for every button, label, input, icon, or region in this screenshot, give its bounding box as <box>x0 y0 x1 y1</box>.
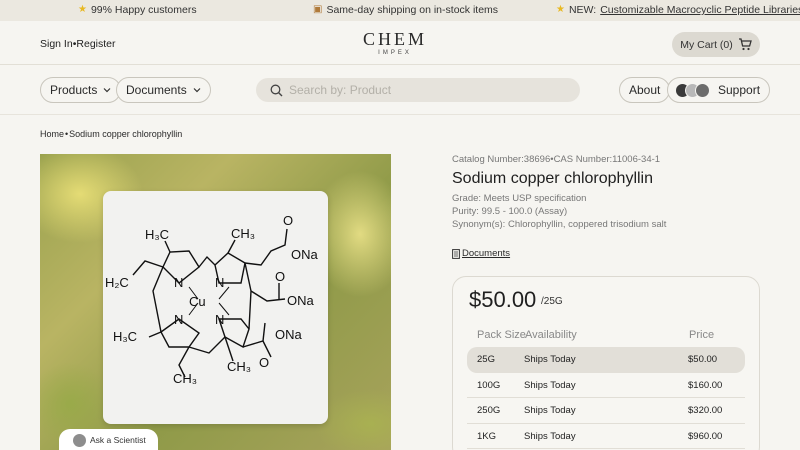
ask-a-scientist-label: Ask a Scientist <box>90 435 146 445</box>
table-row[interactable]: 25G Ships Today $50.00 <box>467 347 745 373</box>
documents-label: Documents <box>126 83 187 97</box>
breadcrumb-home[interactable]: Home <box>40 129 64 139</box>
package-icon: ▣ <box>313 4 323 15</box>
announcement-happy-customers: ★ 99% Happy customers <box>78 4 197 16</box>
structure-label: ONa <box>287 293 315 308</box>
structure-label: N <box>174 312 183 327</box>
cart-icon <box>738 38 752 51</box>
support-link[interactable]: Support <box>667 77 771 103</box>
ask-a-scientist-button[interactable]: Ask a Scientist <box>59 429 158 450</box>
document-icon <box>452 248 460 259</box>
announcement-new-label: NEW: <box>568 4 597 16</box>
product-info: Catalog Number:38696 • CAS Number:11006-… <box>452 154 762 231</box>
availability-cell: Ships Today <box>524 405 576 416</box>
products-menu[interactable]: Products <box>40 77 122 103</box>
availability-cell: Ships Today <box>524 379 576 391</box>
star-icon: ★ <box>556 4 565 15</box>
structure-label: H₂C <box>105 275 129 290</box>
structure-label: CH₃ <box>173 371 197 386</box>
structure-label: ONa <box>291 247 319 262</box>
product-identifiers: Catalog Number:38696 • CAS Number:11006-… <box>452 154 762 165</box>
register-link[interactable]: Register <box>76 38 115 50</box>
structure-label: O <box>283 213 293 228</box>
pack-size-cell: 1KG <box>477 430 497 442</box>
structure-label: Cu <box>189 294 206 309</box>
product-specs: Grade: Meets USP specification Purity: 9… <box>452 192 762 231</box>
structure-label: O <box>275 269 285 284</box>
chevron-down-icon <box>103 88 111 93</box>
announcement-text-1: 99% Happy customers <box>90 4 197 16</box>
structure-label: N <box>215 275 224 290</box>
site-header: Sign In • Register CHEM IMPEX My Cart (0… <box>0 21 800 65</box>
sign-in-link[interactable]: Sign In <box>40 38 73 50</box>
breadcrumb-separator: • <box>65 129 69 139</box>
documents-menu[interactable]: Documents <box>116 77 211 103</box>
product-synonyms: Synonym(s): Chlorophyllin, coppered tris… <box>452 219 667 230</box>
structure-label: N <box>174 275 183 290</box>
product-title: Sodium copper chlorophyllin <box>452 170 653 187</box>
table-row[interactable]: 1KG Ships Today $960.00 <box>467 424 745 449</box>
chevron-down-icon <box>193 88 201 93</box>
structure-card: H₃C CH₃ O ONa H₂C N N Cu N N O ONa H₃C O… <box>103 191 328 424</box>
account-links: Sign In • Register <box>40 38 116 50</box>
pack-size-cell: 250G <box>477 405 501 416</box>
announcement-text-2: Same-day shipping on in-stock items <box>326 4 499 16</box>
about-link[interactable]: About <box>619 77 671 103</box>
search-input[interactable] <box>289 83 549 97</box>
announcement-bar: ★ 99% Happy customers ▣ Same-day shippin… <box>0 0 800 21</box>
availability-cell: Ships Today <box>524 430 576 442</box>
structure-label: ONa <box>275 327 303 342</box>
scientist-avatar <box>73 433 86 447</box>
pricing-card: $50.00 /25G Pack Size Availability Price… <box>452 276 760 450</box>
structure-label: CH₃ <box>231 226 255 241</box>
price-cell: $160.00 <box>688 379 723 391</box>
support-label: Support <box>718 83 761 97</box>
structure-label: H₃C <box>145 227 169 242</box>
logo-main-text: CHEM <box>362 29 427 49</box>
star-icon: ★ <box>78 4 87 15</box>
table-row[interactable]: 100G Ships Today $160.00 <box>467 373 745 398</box>
cart-button[interactable]: My Cart (0) <box>672 32 760 57</box>
search-icon[interactable] <box>270 84 283 97</box>
pack-size-cell: 25G <box>477 354 495 365</box>
structure-label: H₃C <box>113 329 137 344</box>
search-bar <box>256 78 580 102</box>
breadcrumb-current: Sodium copper chlorophyllin <box>69 129 183 139</box>
selected-unit: /25G <box>541 296 563 307</box>
breadcrumb: Home • Sodium copper chlorophyllin <box>40 129 182 139</box>
product-grade: Grade: Meets USP specification <box>452 193 587 204</box>
structure-label: CH₃ <box>227 359 251 374</box>
column-header-price: Price <box>689 329 715 341</box>
product-purity: Purity: 99.5 - 100.0 (Assay) <box>452 206 568 217</box>
price-cell: $320.00 <box>688 405 723 416</box>
main-nav: Products Documents About Support <box>0 65 800 115</box>
avatar <box>695 82 710 98</box>
announcement-new: ★ NEW: Customizable Macrocyclic Peptide … <box>556 4 800 16</box>
cas-number: CAS Number:11006-34-1 <box>553 154 661 165</box>
selected-price: $50.00 <box>469 287 537 312</box>
documents-link[interactable]: Documents <box>452 248 510 259</box>
table-row[interactable]: 250G Ships Today $320.00 <box>467 398 745 424</box>
announcement-new-link[interactable]: Customizable Macrocyclic Peptide Librari… <box>600 4 800 16</box>
support-avatars <box>675 82 710 98</box>
structure-label: N <box>215 312 224 327</box>
site-logo[interactable]: CHEM IMPEX <box>340 30 450 56</box>
documents-link-label: Documents <box>462 248 511 259</box>
logo-sub-text: IMPEX <box>378 50 412 56</box>
catalog-number: Catalog Number:38696 <box>452 154 551 165</box>
price-cell: $50.00 <box>688 354 718 365</box>
price-cell: $960.00 <box>688 430 723 442</box>
availability-cell: Ships Today <box>524 354 576 365</box>
column-header-pack-size: Pack Size <box>477 329 526 341</box>
announcement-shipping: ▣ Same-day shipping on in-stock items <box>313 4 498 16</box>
cart-label: My Cart (0) <box>680 38 733 51</box>
products-label: Products <box>50 83 98 97</box>
about-label: About <box>629 83 661 97</box>
pack-size-cell: 100G <box>477 379 501 391</box>
structure-label: O <box>259 355 269 370</box>
chemical-structure-image: H₃C CH₃ O ONa H₂C N N Cu N N O ONa H₃C O… <box>105 213 319 386</box>
column-header-availability: Availability <box>525 329 577 341</box>
pricing-table: 25G Ships Today $50.00 100G Ships Today … <box>467 347 745 449</box>
product-image-panel: H₃C CH₃ O ONa H₂C N N Cu N N O ONa H₃C O… <box>40 154 391 450</box>
